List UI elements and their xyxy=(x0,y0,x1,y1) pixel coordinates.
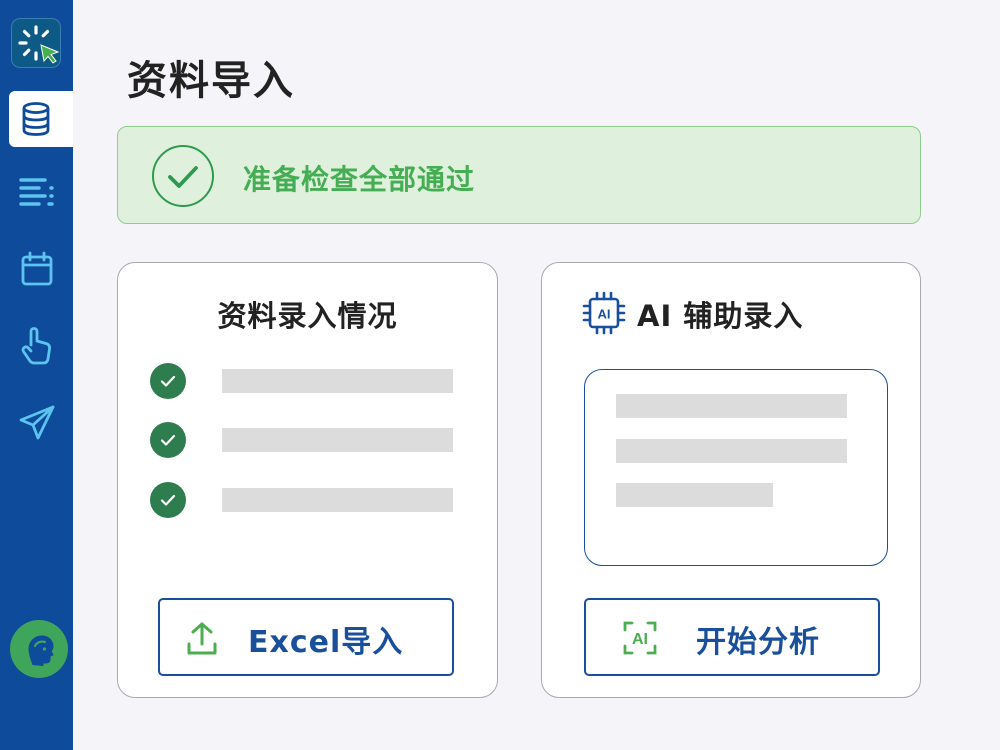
excel-import-label: Excel导入 xyxy=(248,625,404,660)
upload-icon xyxy=(187,622,217,655)
loading-cursor-logo-icon xyxy=(18,25,60,64)
hand-pointer-icon xyxy=(21,327,51,365)
database-icon xyxy=(22,102,50,136)
placeholder-line xyxy=(222,428,453,452)
nav-item-data-import[interactable] xyxy=(9,91,73,147)
nav-item-list[interactable] xyxy=(0,163,73,219)
sidebar xyxy=(0,0,73,750)
check-icon xyxy=(150,422,186,458)
ai-input-area[interactable] xyxy=(584,369,888,566)
nav-item-send[interactable] xyxy=(0,395,73,451)
page: 资料导入 准备检查全部通过 资料录入情况 Excel导入 AI AI 辅助录入 … xyxy=(0,0,1000,750)
status-alert-text: 准备检查全部通过 xyxy=(243,163,476,196)
placeholder-line xyxy=(616,483,773,507)
ai-assist-card: AI AI 辅助录入 AI 开始分析 xyxy=(541,262,921,698)
app-logo[interactable] xyxy=(11,18,61,68)
ai-assist-title: AI 辅助录入 xyxy=(637,299,804,333)
list-icon xyxy=(18,178,54,206)
check-icon xyxy=(150,363,186,399)
svg-text:AI: AI xyxy=(632,631,648,648)
nav-item-calendar[interactable] xyxy=(0,241,73,297)
excel-import-button[interactable]: Excel导入 xyxy=(158,598,454,676)
entry-status-card: 资料录入情况 Excel导入 xyxy=(117,262,498,698)
support-button[interactable] xyxy=(10,620,68,678)
placeholder-line xyxy=(616,439,847,463)
ai-scan-icon: AI xyxy=(623,621,657,655)
paper-plane-icon xyxy=(19,405,54,440)
ai-chip-icon: AI xyxy=(582,291,626,335)
start-analysis-label: 开始分析 xyxy=(696,625,820,660)
status-alert: 准备检查全部通过 xyxy=(117,126,921,224)
page-title: 资料导入 xyxy=(127,58,295,104)
start-analysis-button[interactable]: AI 开始分析 xyxy=(584,598,880,676)
check-circle-icon xyxy=(152,145,214,207)
placeholder-line xyxy=(222,488,453,512)
nav-item-interaction[interactable] xyxy=(0,318,73,374)
list-item xyxy=(150,482,455,518)
support-agent-icon xyxy=(28,635,54,666)
entry-status-title: 资料录入情况 xyxy=(217,299,398,333)
list-item xyxy=(150,422,455,458)
svg-text:AI: AI xyxy=(598,307,611,322)
list-item xyxy=(150,363,455,399)
check-icon xyxy=(150,482,186,518)
placeholder-line xyxy=(222,369,453,393)
calendar-icon xyxy=(21,251,52,286)
placeholder-line xyxy=(616,394,847,418)
